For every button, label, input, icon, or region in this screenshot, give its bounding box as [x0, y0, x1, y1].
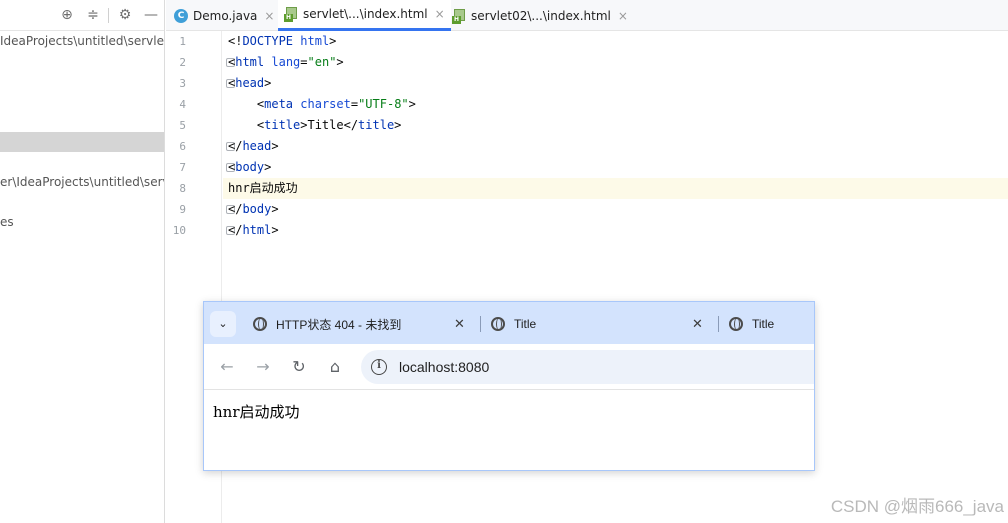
browser-tab-404[interactable]: HTTP状态 404 - 未找到 ✕: [253, 311, 471, 337]
code-line: <head>: [228, 76, 272, 90]
java-class-icon: C: [174, 8, 188, 23]
close-tab-icon[interactable]: ×: [618, 9, 628, 23]
browser-tab-title: HTTP状态 404 - 未找到: [276, 317, 402, 332]
line-number: 5: [179, 119, 186, 132]
close-tab-icon[interactable]: ×: [435, 7, 445, 21]
tab-separator: [480, 316, 481, 332]
back-icon[interactable]: ←: [217, 357, 237, 377]
tab-servlet-index-html[interactable]: H servlet\...\index.html ×: [278, 0, 451, 31]
project-tree-row[interactable]: es: [0, 212, 164, 232]
address-bar[interactable]: i localhost:8080: [361, 350, 814, 384]
tab-label: servlet\...\index.html: [303, 7, 428, 21]
close-tab-icon[interactable]: ✕: [692, 316, 703, 332]
line-number: 3: [179, 77, 186, 90]
toolbar-divider: [108, 8, 109, 23]
html-file-icon: H: [284, 7, 298, 22]
code-line: <html lang="en">: [228, 55, 344, 69]
gear-icon[interactable]: ⚙: [117, 7, 133, 23]
watermark: CSDN @烟雨666_java: [830, 497, 1004, 516]
forward-icon[interactable]: →: [253, 357, 273, 377]
html-file-icon: H: [452, 8, 466, 24]
close-tab-icon[interactable]: ×: [264, 9, 274, 23]
browser-window: ⌄ HTTP状态 404 - 未找到 ✕ Title ✕ Title ← → ↻…: [203, 301, 815, 471]
line-number: 8: [179, 182, 186, 195]
globe-icon: [729, 317, 743, 331]
browser-tab-title: Title: [514, 317, 537, 331]
code-line: <meta charset="UTF-8">: [228, 97, 416, 111]
project-panel: ⊕ ≑ ⚙ — IdeaProjects\untitled\servlet er…: [0, 0, 165, 523]
site-info-icon[interactable]: i: [371, 359, 387, 375]
line-number: 10: [172, 224, 186, 237]
browser-tab-title-2[interactable]: Title: [729, 311, 814, 337]
code-line: <body>: [228, 160, 272, 174]
project-toolbar: ⊕ ≑ ⚙ —: [0, 0, 164, 31]
globe-icon: [253, 317, 267, 331]
locate-icon[interactable]: ⊕: [59, 7, 75, 23]
line-number: 4: [179, 98, 186, 111]
home-icon[interactable]: ⌂: [325, 357, 345, 377]
browser-toolbar: ← → ↻ ⌂ i localhost:8080: [204, 344, 814, 390]
browser-tab-strip: ⌄ HTTP状态 404 - 未找到 ✕ Title ✕ Title: [204, 302, 814, 344]
project-tree-row[interactable]: er\IdeaProjects\untitled\serv: [0, 172, 164, 192]
project-tree-row-selected[interactable]: [0, 132, 164, 152]
browser-page-content: hnr启动成功: [204, 391, 814, 470]
browser-tab-title-1[interactable]: Title ✕: [491, 311, 709, 337]
tab-servlet02-index-html[interactable]: H servlet02\...\index.html ×: [452, 0, 628, 31]
code-line: </head>: [228, 139, 279, 153]
line-number: 6: [179, 140, 186, 153]
close-tab-icon[interactable]: ✕: [454, 316, 465, 332]
minimize-icon[interactable]: —: [143, 7, 159, 23]
page-body-text: hnr启动成功: [213, 403, 300, 421]
code-line-current: hnr启动成功: [223, 178, 1008, 199]
code-line: </html>: [228, 223, 279, 237]
browser-tab-title: Title: [752, 317, 775, 331]
tab-search-button[interactable]: ⌄: [210, 311, 236, 337]
globe-icon: [491, 317, 505, 331]
tab-separator: [718, 316, 719, 332]
project-tree-row[interactable]: IdeaProjects\untitled\servlet: [0, 31, 164, 51]
tab-demo-java[interactable]: C Demo.java ×: [174, 0, 274, 31]
editor-tab-bar: C Demo.java × H servlet\...\index.html ×…: [166, 0, 1008, 31]
code-line: </body>: [228, 202, 279, 216]
line-number: 2: [179, 56, 186, 69]
code-line: <!DOCTYPE html>: [228, 34, 337, 48]
tab-label: servlet02\...\index.html: [471, 8, 611, 23]
line-number: 7: [179, 161, 186, 174]
code-line: <title>Title</title>: [228, 118, 402, 132]
reload-icon[interactable]: ↻: [289, 357, 309, 377]
url-text: localhost:8080: [399, 359, 490, 375]
collapse-all-icon[interactable]: ≑: [85, 7, 101, 23]
tab-label: Demo.java: [193, 8, 258, 23]
line-number: 9: [179, 203, 186, 216]
line-number: 1: [179, 35, 186, 48]
